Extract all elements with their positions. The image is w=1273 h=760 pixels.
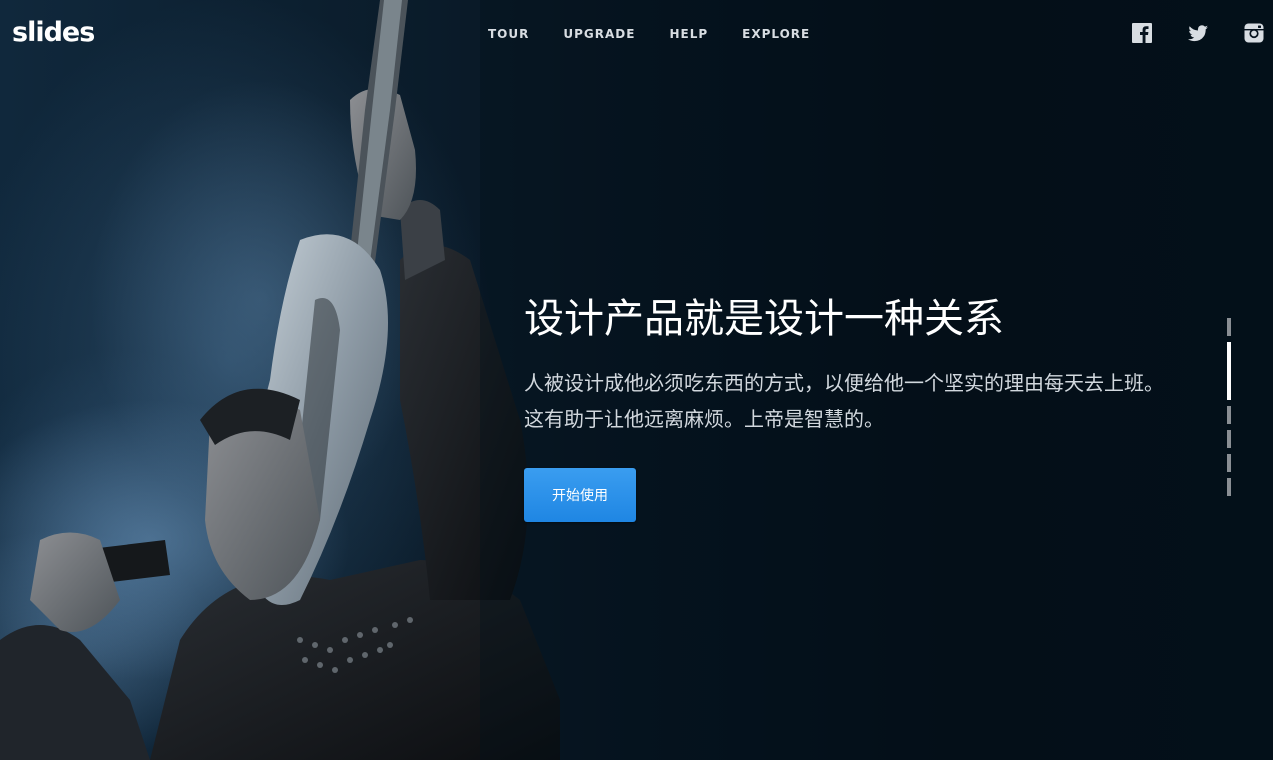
- main-nav: TOUR UPGRADE HELP EXPLORE: [488, 27, 844, 41]
- hero-content: 设计产品就是设计一种关系 人被设计成他必须吃东西的方式，以便给他一个坚实的理由每…: [524, 293, 1184, 522]
- nav-explore[interactable]: EXPLORE: [742, 27, 810, 41]
- nav-help[interactable]: HELP: [669, 27, 708, 41]
- pager-dot[interactable]: [1227, 430, 1231, 448]
- social-links: [1131, 22, 1265, 44]
- get-started-button[interactable]: 开始使用: [524, 468, 636, 522]
- hero-description: 人被设计成他必须吃东西的方式，以便给他一个坚实的理由每天去上班。这有助于让他远离…: [524, 371, 1164, 431]
- pager-dot-active[interactable]: [1227, 342, 1231, 400]
- logo[interactable]: slides: [12, 15, 95, 51]
- nav-tour[interactable]: TOUR: [488, 27, 529, 41]
- pager-dot[interactable]: [1227, 406, 1231, 424]
- hero-title: 设计产品就是设计一种关系: [524, 296, 1004, 342]
- pager-dot[interactable]: [1227, 454, 1231, 472]
- pager-dot[interactable]: [1227, 478, 1231, 496]
- hero-slide: slides TOUR UPGRADE HELP EXPLORE 设计产品就是设…: [0, 0, 1273, 760]
- twitter-icon[interactable]: [1187, 22, 1209, 44]
- pager-dot[interactable]: [1227, 318, 1231, 336]
- nav-upgrade[interactable]: UPGRADE: [563, 27, 635, 41]
- facebook-icon[interactable]: [1131, 22, 1153, 44]
- instagram-icon[interactable]: [1243, 22, 1265, 44]
